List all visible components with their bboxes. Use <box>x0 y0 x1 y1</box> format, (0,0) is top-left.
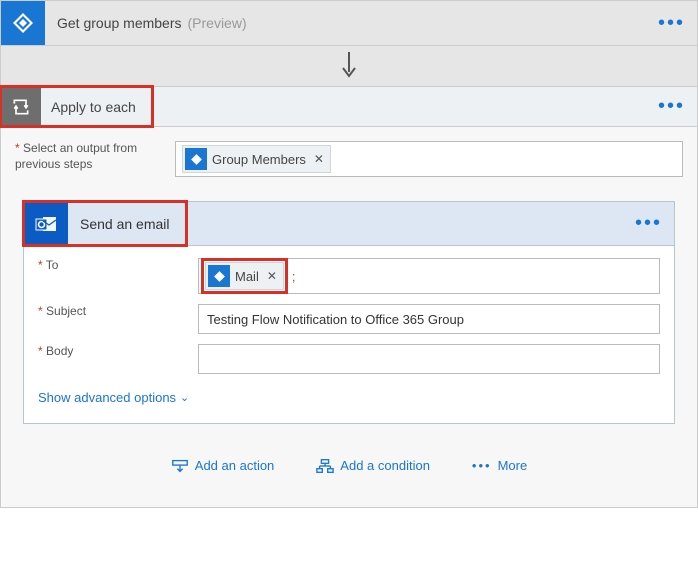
loop-icon <box>1 87 41 127</box>
show-advanced-link[interactable]: Show advanced options ⌄ <box>38 390 189 405</box>
apply-to-each-step: Apply to each ••• Select an output from … <box>0 86 698 508</box>
separator: ; <box>292 269 296 284</box>
flow-arrow-icon <box>0 46 698 86</box>
select-output-label: Select an output from previous steps <box>15 141 165 172</box>
more-dots-icon: ••• <box>472 458 492 473</box>
mail-token[interactable]: Mail ✕ <box>205 262 284 290</box>
azure-ad-icon <box>208 265 230 287</box>
step-menu-button[interactable]: ••• <box>658 12 685 35</box>
preview-label: (Preview) <box>188 15 247 31</box>
get-group-members-step[interactable]: Get group members (Preview) ••• <box>0 0 698 46</box>
apply-menu-button[interactable]: ••• <box>658 95 685 118</box>
outlook-icon <box>24 202 68 246</box>
chevron-down-icon: ⌄ <box>180 391 189 404</box>
email-title: Send an email <box>80 216 170 232</box>
body-input[interactable] <box>198 344 660 374</box>
send-email-step: Send an email ••• To <box>23 201 675 424</box>
send-email-header[interactable]: Send an email ••• <box>24 202 674 246</box>
add-condition-button[interactable]: Add a condition <box>316 458 430 473</box>
more-button[interactable]: ••• More <box>472 458 527 473</box>
subject-label: Subject <box>38 304 188 320</box>
group-members-token[interactable]: Group Members ✕ <box>182 145 331 173</box>
azure-ad-icon <box>185 148 207 170</box>
add-action-button[interactable]: Add an action <box>171 458 275 473</box>
step-title: Get group members <box>57 15 182 31</box>
to-input[interactable]: Mail ✕ ; <box>198 258 660 294</box>
remove-token-icon[interactable]: ✕ <box>314 152 324 166</box>
remove-token-icon[interactable]: ✕ <box>267 269 277 283</box>
azure-ad-icon <box>1 1 45 45</box>
add-condition-icon <box>316 459 334 473</box>
add-action-icon <box>171 459 189 473</box>
to-label: To <box>38 258 188 274</box>
email-menu-button[interactable]: ••• <box>635 212 662 235</box>
apply-to-each-header[interactable]: Apply to each ••• <box>1 87 697 127</box>
subject-input[interactable] <box>198 304 660 334</box>
select-output-input[interactable]: Group Members ✕ <box>175 141 683 177</box>
body-label: Body <box>38 344 188 360</box>
apply-title: Apply to each <box>51 99 136 115</box>
